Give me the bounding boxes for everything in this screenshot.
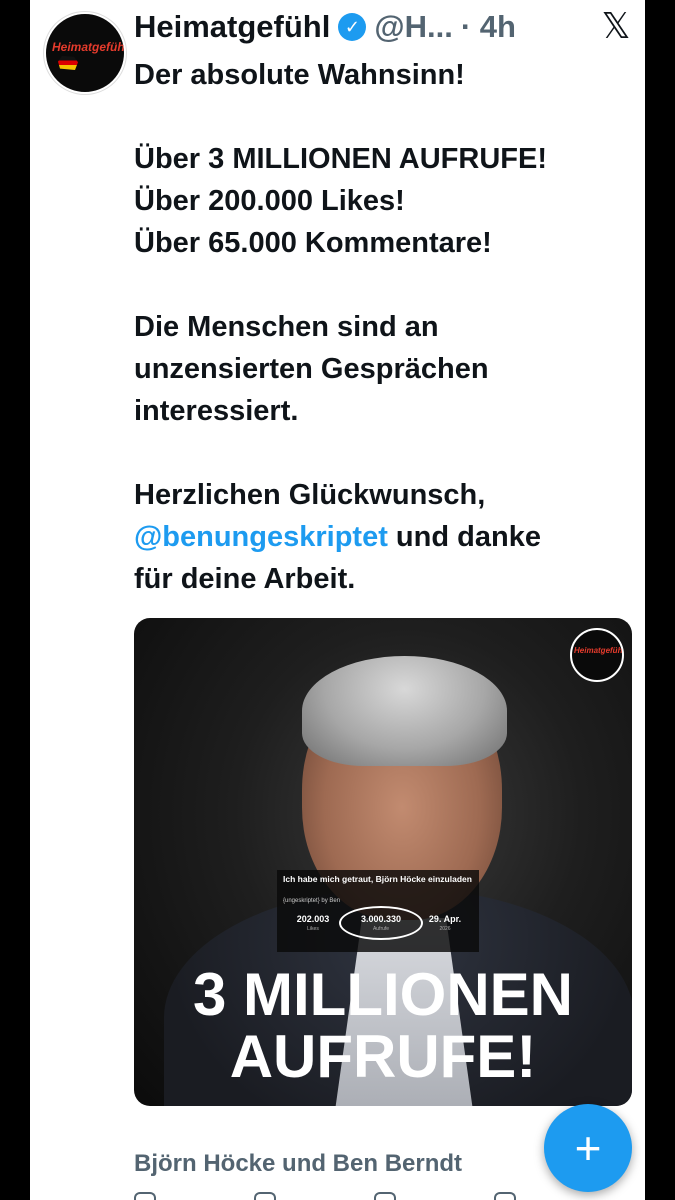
text-fragment: und danke [387,521,541,553]
text-line: Über 200.000 Likes! [134,185,405,217]
media-logo-text: Heimatgefühl [574,646,624,655]
caption-line: 3 MILLIONEN [192,961,573,1028]
x-logo-icon[interactable]: 𝕏 [596,6,636,46]
text-line: Herzlichen Glückwunsch, [134,479,486,511]
person-hair [302,656,507,766]
media-logo-badge: Heimatgefühl [570,628,624,682]
image-caption: 3 MILLIONEN AUFRUFE! [134,964,632,1088]
text-line: @benungeskriptet und danke [134,516,634,558]
tweet-time[interactable]: · 4h [461,9,516,45]
text-line: Über 65.000 Kommentare! [134,227,492,259]
tweet-card: Heimatgefühl Heimatgefühl ✓ @H... · 4h 𝕏… [30,0,645,1200]
date-label: 2026 [439,926,451,932]
tweet-header: Heimatgefühl ✓ @H... · 4h [134,6,516,48]
tweet-text: Der absolute Wahnsinn! Über 3 MILLIONEN … [134,54,634,600]
avatar-logo-text: Heimatgefühl [52,40,126,54]
likes-label: Likes [307,926,319,932]
tweet-action-bar [134,1192,634,1200]
video-stats-overlay: Ich habe mich getraut, Björn Höcke einzu… [277,870,479,952]
compose-plus-button[interactable]: + [544,1104,632,1192]
video-title: Ich habe mich getraut, Björn Höcke einzu… [283,874,472,884]
text-line: Die Menschen sind an [134,311,439,343]
views-stat: 3.000.330 Aufrufe [351,914,411,932]
mention-link[interactable]: @benungeskriptet [134,521,388,553]
retweet-icon[interactable] [254,1192,276,1200]
likes-stat: 202.003 Likes [283,914,343,932]
views-value: 3.000.330 [360,914,402,924]
author-name[interactable]: Heimatgefühl [134,9,330,45]
date-stat: 29. Apr. 2026 [415,914,475,932]
video-channel: {ungeskriptet} by Ben [283,898,341,904]
text-line: unzensierten Gesprächen [134,353,489,385]
date-value: 29. Apr. [428,914,462,924]
germany-map-icon [58,56,78,70]
author-handle[interactable]: @H... [374,9,452,45]
caption-line: AUFRUFE! [229,1023,537,1090]
text-line: interessiert. [134,395,299,427]
plus-icon: + [574,1122,602,1174]
likes-value: 202.003 [296,914,330,924]
views-label: Aufrufe [372,926,390,932]
tweet-media-image[interactable]: Heimatgefühl Ich habe mich getraut, Björ… [134,618,632,1106]
verified-badge-icon[interactable]: ✓ [338,13,367,41]
text-line: Über 3 MILLIONEN AUFRUFE! [134,143,547,175]
author-avatar[interactable]: Heimatgefühl [44,12,126,94]
reply-icon[interactable] [134,1192,156,1200]
views-icon[interactable] [494,1192,516,1200]
text-line: für deine Arbeit. [134,563,356,595]
like-icon[interactable] [374,1192,396,1200]
text-line: Der absolute Wahnsinn! [134,59,465,91]
media-title-link[interactable]: Björn Höcke und Ben Berndt [134,1150,462,1178]
